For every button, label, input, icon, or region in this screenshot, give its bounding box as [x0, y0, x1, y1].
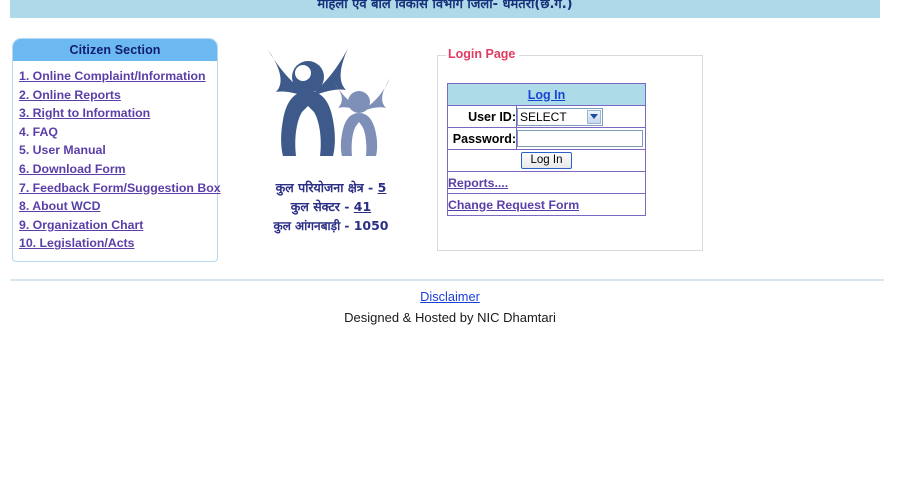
login-form-table: Log In User ID: SELECT Password: Log In … [447, 83, 646, 216]
reports-link[interactable]: Reports.... [448, 176, 508, 190]
login-reports-row: Reports.... [447, 171, 646, 194]
sidebar-item-online-reports[interactable]: 2. Online Reports [19, 86, 217, 105]
citizen-section-heading: Citizen Section [13, 39, 217, 61]
stat-total-anganwadi-value: 1050 [353, 218, 389, 233]
login-password-row: Password: [447, 127, 646, 150]
statistics-block: कुल परियोजना क्षेत्र - 5 कुल सेक्टर - 41… [236, 178, 426, 236]
login-panel: Login Page Log In User ID: SELECT Passwo… [437, 47, 703, 251]
password-label: Password: [447, 127, 517, 150]
page-title: महिला एवं बाल विकास विभाग जिला- धमतरी(छ.… [317, 0, 573, 12]
sidebar-item-right-to-information[interactable]: 3. Right to Information [19, 104, 217, 123]
userid-select[interactable]: SELECT [517, 107, 603, 126]
login-submit-row: Log In [447, 149, 646, 172]
stat-total-anganwadi: कुल आंगनबाड़ी - 1050 [236, 216, 426, 236]
citizen-section-list: 1. Online Complaint/Information 2. Onlin… [13, 61, 221, 261]
stat-total-sector-value[interactable]: 41 [354, 199, 371, 214]
login-userid-row: User ID: SELECT [447, 105, 646, 128]
page-header-banner: महिला एवं बाल विकास विभाग जिला- धमतरी(छ.… [10, 0, 880, 18]
sidebar-item-faq: 4. FAQ [19, 124, 58, 139]
reports-cell: Reports.... [447, 171, 646, 194]
change-request-form-link[interactable]: Change Request Form [448, 198, 579, 212]
login-submit-cell: Log In [447, 149, 646, 172]
sidebar-item-organization-chart[interactable]: 9. Organization Chart [19, 216, 217, 235]
sidebar-item-feedback-form[interactable]: 7. Feedback Form/Suggestion Box [19, 179, 221, 198]
userid-field-cell: SELECT [516, 105, 646, 128]
password-input[interactable] [517, 130, 643, 147]
login-panel-legend: Login Page [446, 47, 520, 61]
logo-and-stats-block: कुल परियोजना क्षेत्र - 5 कुल सेक्टर - 41… [236, 44, 426, 236]
main-content: Citizen Section 1. Online Complaint/Info… [0, 18, 900, 273]
userid-label: User ID: [447, 105, 517, 128]
page-footer: Disclaimer Designed & Hosted by NIC Dham… [0, 288, 900, 325]
wcd-mother-child-logo-icon [268, 48, 390, 156]
login-header-cell: Log In [447, 83, 646, 106]
password-field-cell [516, 127, 646, 150]
change-request-cell: Change Request Form [447, 193, 646, 216]
sidebar-item-download-form[interactable]: 6. Download Form [19, 160, 217, 179]
stat-total-project-area: कुल परियोजना क्षेत्र - 5 [236, 178, 426, 197]
sidebar-item-online-complaint[interactable]: 1. Online Complaint/Information [19, 67, 217, 86]
footer-credit: Designed & Hosted by NIC Dhamtari [344, 310, 556, 325]
stat-total-sector-label: कुल सेक्टर - [290, 199, 350, 214]
citizen-section-panel: Citizen Section 1. Online Complaint/Info… [12, 38, 221, 262]
sidebar-item-legislation-acts[interactable]: 10. Legislation/Acts [19, 234, 217, 253]
login-submit-button[interactable]: Log In [520, 152, 573, 169]
sidebar-item-about-wcd[interactable]: 8. About WCD [19, 197, 217, 216]
stat-total-project-area-value[interactable]: 5 [378, 180, 387, 195]
stat-total-project-area-label: कुल परियोजना क्षेत्र - [275, 180, 374, 195]
login-header-link[interactable]: Log In [528, 88, 566, 102]
stat-total-sector: कुल सेक्टर - 41 [236, 197, 426, 216]
sidebar-item-user-manual: 5. User Manual [19, 143, 106, 158]
login-table-header-row: Log In [447, 83, 646, 106]
userid-select-wrapper: SELECT [517, 107, 603, 126]
disclaimer-link[interactable]: Disclaimer [420, 289, 480, 306]
login-change-request-row: Change Request Form [447, 193, 646, 216]
stat-total-anganwadi-label: कुल आंगनबाड़ी - [273, 219, 350, 233]
footer-divider [10, 279, 884, 281]
